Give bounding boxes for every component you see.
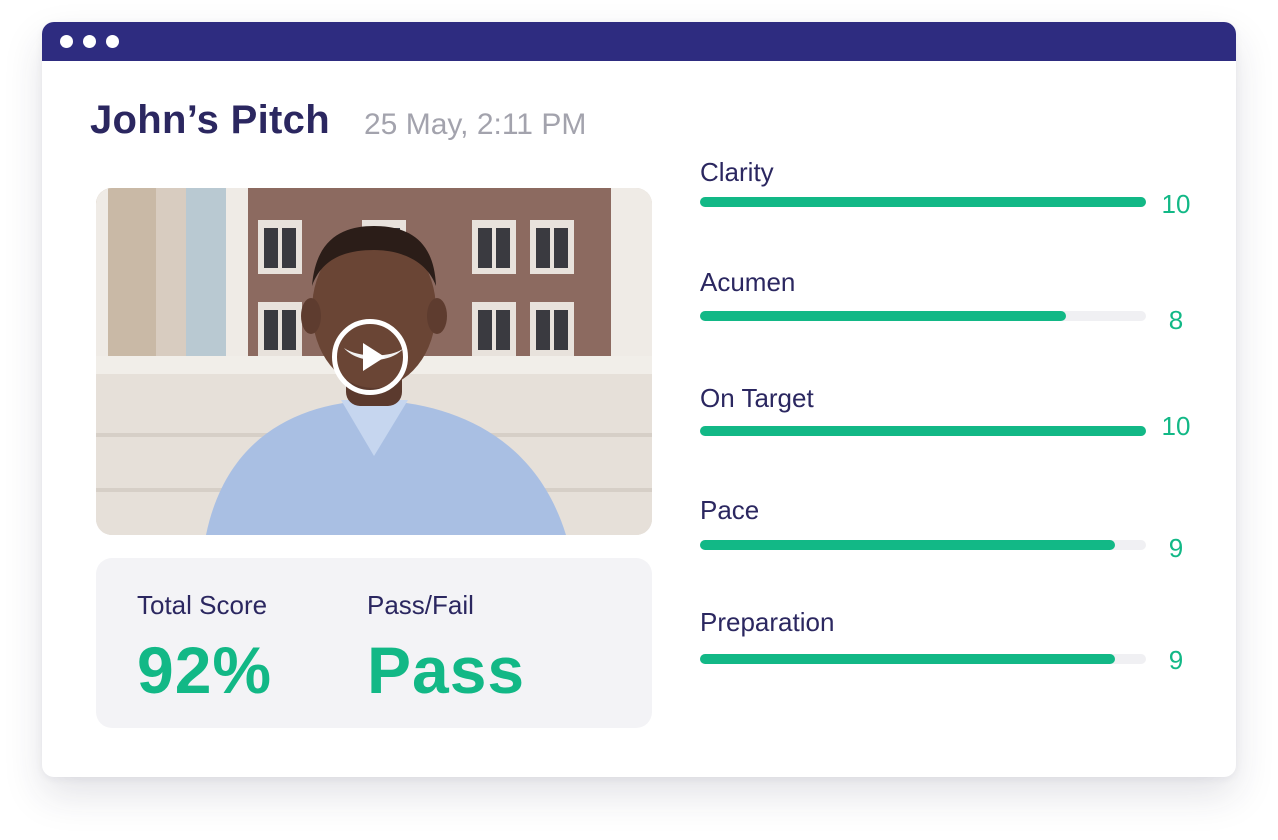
metric-on-target: On Target 10 bbox=[700, 383, 1200, 453]
metric-bar-fill bbox=[700, 197, 1146, 207]
metric-clarity: Clarity 10 bbox=[700, 157, 1200, 227]
pitch-date: 25 May, 2:11 PM bbox=[364, 108, 587, 141]
play-icon bbox=[363, 343, 385, 371]
window-titlebar bbox=[42, 22, 1236, 61]
metric-label: On Target bbox=[700, 383, 814, 413]
metric-bar-fill bbox=[700, 426, 1146, 436]
metric-value: 10 bbox=[1161, 411, 1191, 441]
metric-pace: Pace 9 bbox=[700, 495, 1200, 565]
play-button[interactable] bbox=[332, 319, 408, 395]
pitch-video[interactable] bbox=[96, 188, 652, 535]
pass-fail-label: Pass/Fail bbox=[367, 590, 474, 620]
metric-bar-track bbox=[700, 540, 1146, 550]
window-dot-icon[interactable] bbox=[106, 35, 119, 48]
total-score-label: Total Score bbox=[137, 590, 268, 620]
window-dot-icon[interactable] bbox=[83, 35, 96, 48]
metric-bar-track bbox=[700, 654, 1146, 664]
metric-bar-track bbox=[700, 426, 1146, 436]
metric-label: Clarity bbox=[700, 157, 774, 187]
metric-acumen: Acumen 8 bbox=[700, 267, 1200, 337]
page-title: John’s Pitch bbox=[90, 98, 330, 142]
metric-preparation: Preparation 9 bbox=[700, 607, 1200, 677]
metric-value: 9 bbox=[1168, 645, 1184, 675]
metric-label: Pace bbox=[700, 495, 760, 525]
metric-label: Preparation bbox=[700, 607, 835, 637]
metric-bar-track bbox=[700, 197, 1146, 207]
total-score-value: 92% bbox=[137, 633, 273, 707]
app-window: John’s Pitch 25 May, 2:11 PM Total Score… bbox=[42, 22, 1236, 777]
metric-bar-fill bbox=[700, 311, 1066, 321]
metric-value: 10 bbox=[1161, 189, 1191, 219]
metric-bar-fill bbox=[700, 654, 1115, 664]
metric-label: Acumen bbox=[700, 267, 796, 297]
metric-bar-track bbox=[700, 311, 1146, 321]
metric-bar-fill bbox=[700, 540, 1115, 550]
metric-value: 8 bbox=[1168, 305, 1184, 335]
metric-value: 9 bbox=[1168, 533, 1184, 563]
score-summary-panel: Total Score 92% Pass/Fail Pass bbox=[96, 558, 652, 728]
pass-fail-value: Pass bbox=[367, 633, 526, 707]
window-dot-icon[interactable] bbox=[60, 35, 73, 48]
